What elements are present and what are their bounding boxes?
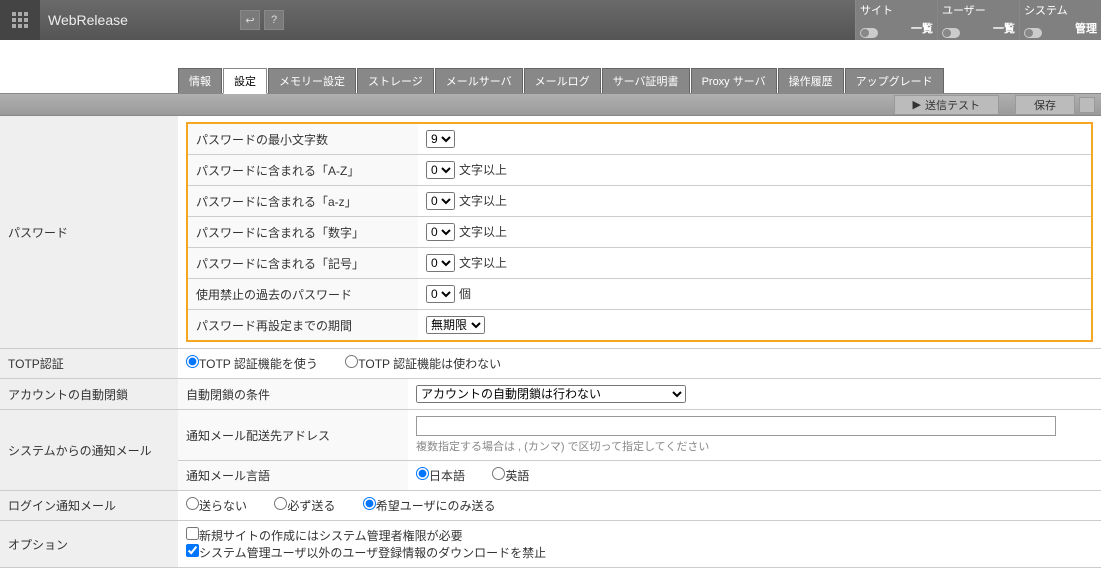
- opt-newsite-checkbox[interactable]: 新規サイトの作成にはシステム管理者権限が必要: [186, 529, 463, 543]
- lockout-select[interactable]: アカウントの自動閉鎖は行わない: [416, 385, 686, 403]
- tab-5[interactable]: メールログ: [524, 68, 601, 93]
- loginmail-none-radio[interactable]: 送らない: [186, 499, 247, 513]
- tab-1[interactable]: 設定: [223, 68, 267, 94]
- pw-upper-label: パスワードに含まれる「A-Z」: [188, 155, 418, 186]
- pw-period-select[interactable]: 無期限: [426, 316, 485, 334]
- send-icon: ▶: [913, 98, 921, 111]
- pw-min-label: パスワードの最小文字数: [188, 124, 418, 155]
- pw-digit-select[interactable]: 0: [426, 223, 455, 241]
- sysmail-addr-input[interactable]: [416, 416, 1056, 436]
- tab-7[interactable]: Proxy サーバ: [691, 68, 777, 93]
- tab-0[interactable]: 情報: [178, 68, 222, 93]
- section-loginmail: ログイン通知メール: [0, 491, 178, 521]
- app-title: WebRelease: [40, 0, 240, 40]
- header-box-system[interactable]: システム 管理: [1019, 0, 1101, 40]
- send-test-button[interactable]: ▶送信テスト: [894, 95, 999, 115]
- pw-history-label: 使用禁止の過去のパスワード: [188, 279, 418, 310]
- tab-6[interactable]: サーバ証明書: [602, 68, 690, 93]
- section-password: パスワード: [0, 116, 178, 349]
- section-sysmail: システムからの通知メール: [0, 410, 178, 491]
- pw-lower-select[interactable]: 0: [426, 192, 455, 210]
- pw-lower-label: パスワードに含まれる「a-z」: [188, 186, 418, 217]
- tab-3[interactable]: ストレージ: [357, 68, 434, 93]
- password-settings-highlight: パスワードの最小文字数 9 パスワードに含まれる「A-Z」 0文字以上 パスワー…: [186, 122, 1093, 342]
- lang-ja-radio[interactable]: 日本語: [416, 469, 465, 483]
- section-lockout: アカウントの自動閉鎖: [0, 379, 178, 410]
- settings-form: パスワード パスワードの最小文字数 9 パスワードに含まれる「A-Z」 0文字以…: [0, 116, 1101, 568]
- back-icon[interactable]: ↩: [240, 10, 260, 30]
- help-icon[interactable]: ?: [264, 10, 284, 30]
- opt-download-checkbox[interactable]: システム管理ユーザ以外のユーザ登録情報のダウンロードを禁止: [186, 546, 546, 560]
- toolbar: ▶送信テスト 保存: [0, 94, 1101, 116]
- tabs: 情報設定メモリー設定ストレージメールサーバメールログサーバ証明書Proxy サー…: [0, 68, 1101, 94]
- pw-symbol-label: パスワードに含まれる「記号」: [188, 248, 418, 279]
- lockout-label: 自動閉鎖の条件: [178, 379, 408, 410]
- toggle-icon: [942, 28, 960, 38]
- pw-min-select[interactable]: 9: [426, 130, 455, 148]
- expand-icon[interactable]: [1079, 97, 1095, 113]
- app-logo: [0, 0, 40, 40]
- lang-en-radio[interactable]: 英語: [492, 469, 529, 483]
- header-nav: サイト 一覧 ユーザー 一覧 システム 管理: [855, 0, 1101, 40]
- pw-period-label: パスワード再設定までの期間: [188, 310, 418, 341]
- tab-2[interactable]: メモリー設定: [268, 68, 356, 93]
- section-totp: TOTP認証: [0, 349, 178, 379]
- tab-8[interactable]: 操作履歴: [778, 68, 844, 93]
- tab-9[interactable]: アップグレード: [845, 68, 944, 93]
- header-box-site[interactable]: サイト 一覧: [855, 0, 937, 40]
- sysmail-addr-hint: 複数指定する場合は , (カンマ) で区切って指定してください: [416, 438, 1093, 454]
- loginmail-always-radio[interactable]: 必ず送る: [274, 499, 335, 513]
- toggle-icon: [860, 28, 878, 38]
- sysmail-addr-label: 通知メール配送先アドレス: [178, 410, 408, 461]
- pw-symbol-select[interactable]: 0: [426, 254, 455, 272]
- tab-4[interactable]: メールサーバ: [435, 68, 523, 93]
- app-header: WebRelease ↩ ? サイト 一覧 ユーザー 一覧 システム 管理: [0, 0, 1101, 40]
- totp-use-radio[interactable]: TOTP 認証機能を使う: [186, 357, 318, 371]
- pw-digit-label: パスワードに含まれる「数字」: [188, 217, 418, 248]
- loginmail-opt-radio[interactable]: 希望ユーザにのみ送る: [363, 499, 496, 513]
- pw-history-select[interactable]: 0: [426, 285, 455, 303]
- section-option: オプション: [0, 521, 178, 568]
- save-button[interactable]: 保存: [1015, 95, 1075, 115]
- sysmail-lang-label: 通知メール言語: [178, 461, 408, 491]
- header-box-user[interactable]: ユーザー 一覧: [937, 0, 1019, 40]
- totp-notuse-radio[interactable]: TOTP 認証機能は使わない: [345, 357, 501, 371]
- toggle-icon: [1024, 28, 1042, 38]
- pw-upper-select[interactable]: 0: [426, 161, 455, 179]
